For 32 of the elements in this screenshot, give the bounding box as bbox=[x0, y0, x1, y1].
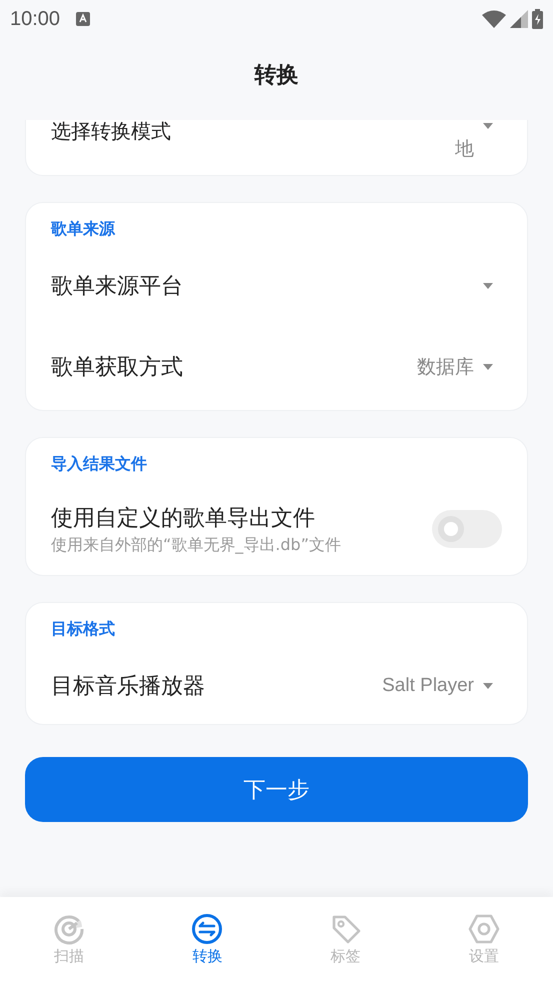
next-button[interactable]: 下一步 bbox=[25, 757, 528, 822]
section-title: 导入结果文件 bbox=[51, 453, 148, 475]
dropdown-caret-icon bbox=[482, 122, 494, 130]
battery-charging-icon bbox=[532, 9, 543, 29]
setting-description: 使用来自外部的“歌单无界_导出.db”文件 bbox=[51, 534, 342, 556]
section-title: 歌单来源 bbox=[51, 218, 116, 240]
tag-icon bbox=[330, 913, 362, 945]
page-title: 转换 bbox=[254, 62, 298, 90]
setting-label: 目标音乐播放器 bbox=[51, 673, 206, 701]
setting-label: 使用自定义的歌单导出文件 bbox=[51, 504, 316, 532]
toggle-switch[interactable] bbox=[432, 510, 502, 548]
setting-label: 选择转换模式 bbox=[51, 120, 172, 145]
dropdown-value[interactable]: 数据库 bbox=[417, 354, 474, 380]
nav-tab[interactable]: 转换 bbox=[191, 913, 224, 969]
wifi-icon bbox=[482, 10, 506, 28]
nav-tab[interactable]: 设置 bbox=[468, 913, 500, 969]
clock-time: 10:00 bbox=[10, 8, 60, 30]
radar-icon bbox=[53, 913, 86, 945]
settings-icon bbox=[468, 913, 500, 945]
setting-label: 歌单来源平台 bbox=[51, 273, 184, 301]
dropdown-caret-icon bbox=[482, 682, 494, 690]
swap-arrows-icon bbox=[191, 913, 224, 945]
dropdown-caret-icon bbox=[482, 282, 494, 290]
dropdown-caret-icon bbox=[482, 363, 494, 371]
nav-tab[interactable]: 扫描 bbox=[53, 913, 86, 969]
section-title: 目标格式 bbox=[51, 618, 116, 640]
nav-tab[interactable]: 标签 bbox=[330, 913, 362, 969]
setting-label: 歌单获取方式 bbox=[51, 354, 184, 382]
signal-icon bbox=[510, 10, 528, 28]
dropdown-value[interactable]: Salt Player bbox=[382, 675, 474, 697]
dropdown-value[interactable]: 地 bbox=[455, 136, 474, 162]
keyboard-a-icon bbox=[76, 12, 90, 26]
